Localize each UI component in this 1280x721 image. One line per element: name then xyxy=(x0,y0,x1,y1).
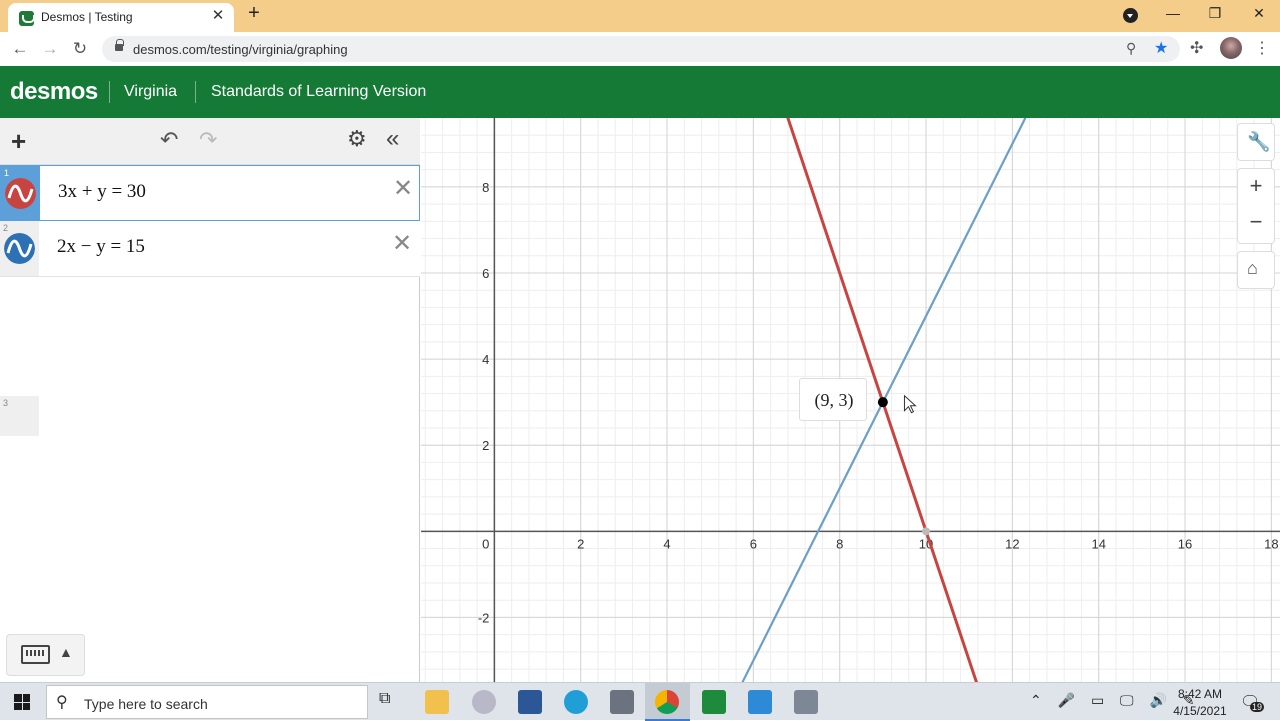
expression-math[interactable]: 2x − y = 15 xyxy=(57,236,145,258)
home-icon: ⌂ xyxy=(1247,258,1258,278)
origin-label: 0 xyxy=(482,536,489,551)
chrome-taskbar-button[interactable] xyxy=(645,683,690,721)
kebab-menu-icon[interactable]: ⋮ xyxy=(1254,38,1270,58)
header-divider xyxy=(195,81,196,103)
expression-row-1[interactable]: 1 3x + y = 30 ✕ xyxy=(0,165,420,221)
bookmark-star-icon[interactable]: ★ xyxy=(1154,38,1168,58)
state-name: Virginia xyxy=(124,83,178,100)
search-icon: ⚲ xyxy=(56,694,68,711)
header-divider xyxy=(109,81,110,103)
expression-gutter: 1 xyxy=(1,166,40,220)
address-bar[interactable]: desmos.com/testing/virginia/graphing ⚲ ★ xyxy=(102,36,1180,62)
desmos-logo: desmos xyxy=(10,78,98,105)
zoom-out-icon[interactable]: − xyxy=(1238,209,1274,235)
x-tick-label: 6 xyxy=(750,536,757,551)
tab-search-icon[interactable] xyxy=(1123,8,1138,23)
browser-tab-bar: Desmos | Testing ✕ + — ❐ ✕ xyxy=(0,0,1280,32)
calculator-icon[interactable] xyxy=(610,690,634,714)
x-tick-label: 2 xyxy=(577,536,584,551)
edge-icon[interactable] xyxy=(564,690,588,714)
search-placeholder: Type here to search xyxy=(84,696,208,712)
chrome-icon xyxy=(655,690,679,714)
desmos-favicon-icon xyxy=(19,11,35,26)
gear-icon[interactable]: ⚙ xyxy=(347,126,367,152)
keyboard-icon xyxy=(21,645,50,664)
windows-taskbar: ⚲ Type here to search ⧉ ⌃ 🎤 ▭ 🖵 🔊 ✎ 8:42… xyxy=(0,682,1280,721)
url-text[interactable]: desmos.com/testing/virginia/graphing xyxy=(133,42,348,57)
point-label-box[interactable]: (9, 3) xyxy=(799,378,867,421)
new-tab-button[interactable]: + xyxy=(243,2,265,25)
extensions-puzzle-icon[interactable]: ✣ xyxy=(1190,38,1203,58)
x-tick-label: 4 xyxy=(663,536,670,551)
delete-expression-icon[interactable]: ✕ xyxy=(392,229,412,258)
x-tick-label: 12 xyxy=(1005,536,1019,551)
browser-toolbar: ← → ↻ desmos.com/testing/virginia/graphi… xyxy=(0,32,1280,66)
wrench-icon: 🔧 xyxy=(1247,132,1271,153)
x-tick-label: 18 xyxy=(1264,536,1278,551)
keypad-toggle-button[interactable]: ▲ xyxy=(6,634,85,676)
zoom-in-icon[interactable]: + xyxy=(1238,173,1274,199)
file-explorer-icon[interactable] xyxy=(425,690,449,714)
expression-gutter: 2 xyxy=(0,221,39,276)
zoom-magnifier-icon[interactable]: ⚲ xyxy=(1126,40,1136,57)
desmos-header: desmos Virginia Standards of Learning Ve… xyxy=(0,66,1280,118)
browser-tab[interactable]: Desmos | Testing ✕ xyxy=(8,3,234,32)
lock-icon[interactable] xyxy=(115,39,124,51)
spreadsheet-app-icon[interactable] xyxy=(702,690,726,714)
y-tick-label: 4 xyxy=(482,352,489,367)
reload-icon[interactable]: ↻ xyxy=(70,39,90,59)
collapse-panel-icon[interactable]: « xyxy=(386,125,399,153)
expression-index: 1 xyxy=(4,168,10,178)
graph-settings-button[interactable]: 🔧 xyxy=(1237,123,1275,161)
expression-row-2[interactable]: 2 2x − y = 15 ✕ xyxy=(0,221,420,277)
graph-color-toggle-icon[interactable] xyxy=(5,178,36,209)
y-tick-label: 8 xyxy=(482,180,489,195)
version-name: Standards of Learning Version xyxy=(211,83,427,100)
tab-title: Desmos | Testing xyxy=(41,10,133,24)
caret-up-icon: ▲ xyxy=(59,644,73,660)
default-viewport-button[interactable]: ⌂ xyxy=(1237,251,1275,289)
expression-index: 3 xyxy=(3,398,9,408)
graph-color-toggle-icon[interactable] xyxy=(4,233,35,264)
add-item-icon[interactable]: + xyxy=(11,126,26,157)
word-icon[interactable] xyxy=(518,690,542,714)
delete-expression-icon[interactable]: ✕ xyxy=(393,174,413,203)
y-tick-label: 2 xyxy=(482,438,489,453)
expression-row-3[interactable]: 3 xyxy=(0,396,39,436)
x-tick-label: 14 xyxy=(1091,536,1105,551)
maximize-button[interactable]: ❐ xyxy=(1205,5,1225,22)
clock-time[interactable]: 8:42 AM xyxy=(1175,687,1225,701)
graph-paper[interactable]: 2 4 6 8 10 12 14 16 18 8 6 4 2 -2 0 (9, 3) xyxy=(421,118,1280,682)
zoom-controls: + − xyxy=(1237,168,1275,244)
taskbar-search-box[interactable]: ⚲ Type here to search xyxy=(46,685,368,719)
notification-count: 19 xyxy=(1250,702,1265,712)
intersection-label: (9, 3) xyxy=(814,390,854,410)
back-arrow-icon[interactable]: ← xyxy=(10,39,30,59)
notes-app-icon[interactable] xyxy=(748,690,772,714)
profile-avatar[interactable] xyxy=(1220,37,1242,59)
intersection-point xyxy=(877,397,888,408)
tab-close-icon[interactable]: ✕ xyxy=(208,6,228,24)
x-tick-label: 8 xyxy=(836,536,843,551)
expression-math[interactable]: 3x + y = 30 xyxy=(58,181,146,203)
x-intercept-point xyxy=(922,527,931,536)
app-icon[interactable] xyxy=(472,690,496,714)
redo-icon[interactable]: ↷ xyxy=(199,127,217,153)
windows-start-icon[interactable] xyxy=(14,694,30,710)
mouse-cursor-icon xyxy=(903,394,917,414)
y-tick-label: -2 xyxy=(478,610,490,625)
expression-toolbar: + ↶ ↷ ⚙ « xyxy=(0,118,420,165)
expression-panel: + ↶ ↷ ⚙ « 1 3x + y = 30 ✕ 2 2x − y = 15 … xyxy=(0,118,420,682)
forward-arrow-icon[interactable]: → xyxy=(40,39,60,59)
y-tick-label: 6 xyxy=(482,266,489,281)
app-icon[interactable] xyxy=(794,690,818,714)
close-window-button[interactable]: ✕ xyxy=(1249,5,1269,22)
task-view-icon[interactable]: ⧉ xyxy=(379,690,403,714)
clock-date[interactable]: 4/15/2021 xyxy=(1171,704,1229,718)
expression-index: 2 xyxy=(3,223,9,233)
x-tick-label: 16 xyxy=(1178,536,1192,551)
undo-icon[interactable]: ↶ xyxy=(160,127,178,153)
minimize-button[interactable]: — xyxy=(1163,5,1183,21)
